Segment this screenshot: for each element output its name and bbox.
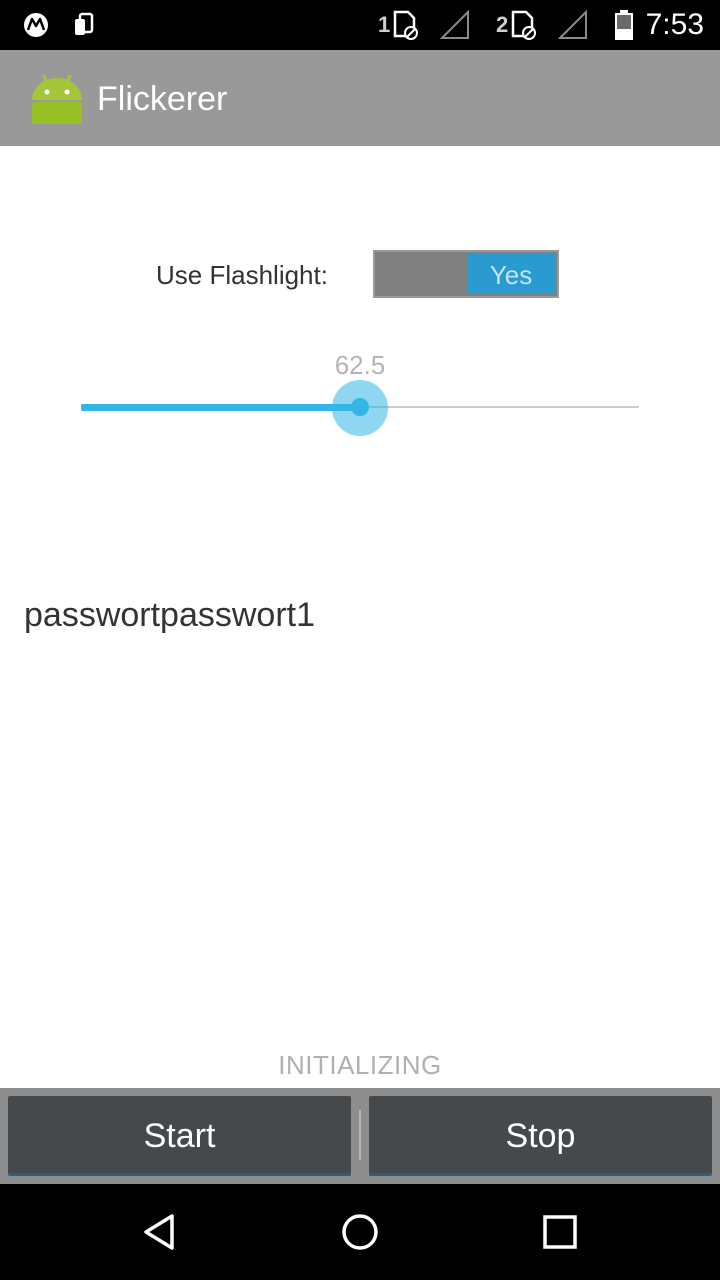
sim2-label: 2 <box>496 12 509 37</box>
seekbar-progress <box>81 404 360 411</box>
status-text: INITIALIZING <box>278 1050 442 1080</box>
status-clock: 7:53 <box>645 8 704 41</box>
motorola-icon <box>22 0 50 50</box>
toggle-thumb-label: Yes <box>467 254 555 294</box>
action-bar: Flickerer <box>0 50 720 146</box>
password-text: passwortpasswort1 <box>24 596 316 634</box>
button-divider <box>359 1110 361 1160</box>
sim1-label: 1 <box>378 12 391 37</box>
signal-icon <box>440 0 470 50</box>
flashlight-toggle[interactable]: Yes <box>373 250 559 298</box>
sim1-indicator: 1 <box>378 0 420 50</box>
app-title: Flickerer <box>97 80 228 118</box>
device-icon <box>72 0 96 50</box>
start-button[interactable]: Start <box>8 1096 351 1176</box>
battery-icon <box>612 0 636 50</box>
stop-button[interactable]: Stop <box>369 1096 712 1176</box>
back-icon[interactable] <box>112 1184 208 1280</box>
sim2-indicator: 2 <box>496 0 538 50</box>
navigation-bar <box>0 1184 720 1280</box>
android-robot-icon <box>28 70 86 128</box>
seekbar-thumb[interactable] <box>351 398 369 416</box>
seekbar-value: 62.5 <box>334 350 386 380</box>
signal-icon <box>558 0 588 50</box>
button-bar: Start Stop <box>0 1088 720 1184</box>
sim-icon <box>394 10 419 40</box>
recents-icon[interactable] <box>512 1184 608 1280</box>
home-icon[interactable] <box>312 1184 408 1280</box>
sim-icon <box>512 10 537 40</box>
flashlight-label: Use Flashlight: <box>156 260 328 290</box>
status-bar: 1 2 7:53 <box>0 0 720 50</box>
